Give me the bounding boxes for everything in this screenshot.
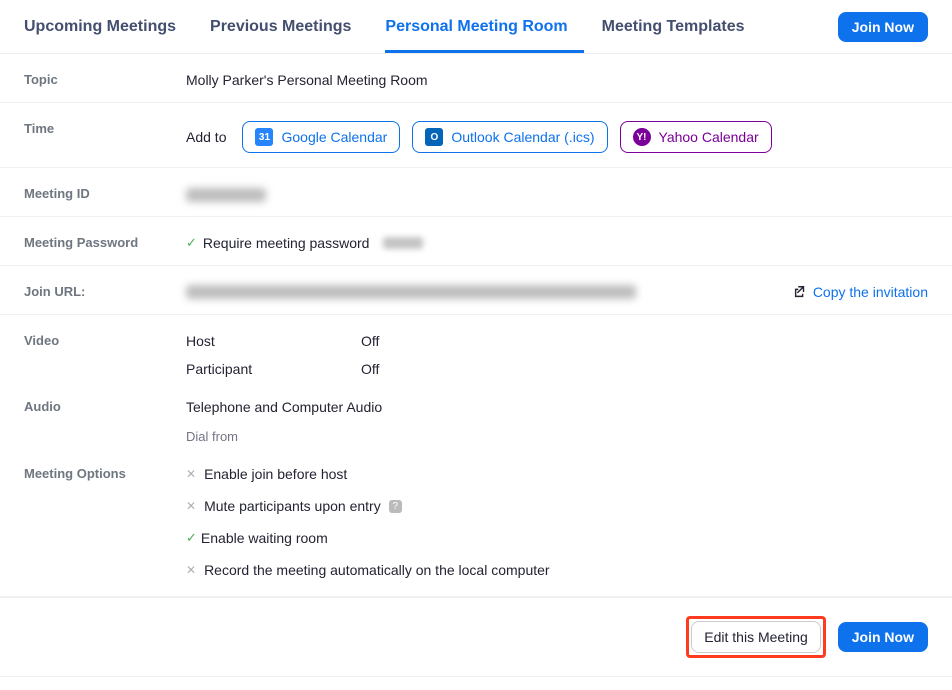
row-join-url: Join URL: Copy the invitation bbox=[0, 266, 952, 315]
video-participant-label: Participant bbox=[186, 361, 361, 377]
option-join-before-host-label: Enable join before host bbox=[204, 466, 347, 482]
label-audio: Audio bbox=[24, 395, 186, 414]
google-calendar-label: Google Calendar bbox=[281, 129, 387, 145]
option-record-label: Record the meeting automatically on the … bbox=[204, 562, 550, 578]
label-meeting-options: Meeting Options bbox=[24, 462, 186, 481]
yahoo-calendar-button[interactable]: Y! Yahoo Calendar bbox=[620, 121, 772, 153]
check-icon: ✓ bbox=[186, 235, 197, 251]
option-record-automatically: ✕ Record the meeting automatically on th… bbox=[186, 562, 928, 578]
footer-actions: Edit this Meeting Join Now bbox=[0, 597, 952, 677]
x-icon: ✕ bbox=[186, 467, 196, 481]
edit-button-highlight: Edit this Meeting bbox=[686, 616, 826, 658]
tab-personal-meeting-room[interactable]: Personal Meeting Room bbox=[385, 0, 583, 53]
label-time: Time bbox=[24, 117, 186, 136]
outlook-calendar-icon: O bbox=[425, 128, 443, 146]
tab-meeting-templates[interactable]: Meeting Templates bbox=[602, 0, 761, 53]
option-join-before-host: ✕ Enable join before host bbox=[186, 466, 928, 482]
tab-upcoming-meetings[interactable]: Upcoming Meetings bbox=[24, 0, 192, 53]
value-topic: Molly Parker's Personal Meeting Room bbox=[186, 68, 928, 88]
label-meeting-id: Meeting ID bbox=[24, 182, 186, 201]
edit-this-meeting-button[interactable]: Edit this Meeting bbox=[691, 621, 821, 653]
dial-from-label: Dial from bbox=[186, 429, 928, 444]
row-meeting-id: Meeting ID bbox=[0, 168, 952, 217]
tab-previous-meetings[interactable]: Previous Meetings bbox=[210, 0, 367, 53]
meeting-id-value-redacted bbox=[186, 188, 266, 202]
video-host-label: Host bbox=[186, 333, 361, 349]
join-now-button-top[interactable]: Join Now bbox=[838, 12, 928, 42]
join-url-value-redacted bbox=[186, 285, 636, 299]
label-topic: Topic bbox=[24, 68, 186, 87]
row-audio: Audio Telephone and Computer Audio Dial … bbox=[24, 395, 928, 444]
label-meeting-password: Meeting Password bbox=[24, 231, 186, 250]
outlook-calendar-label: Outlook Calendar (.ics) bbox=[451, 129, 594, 145]
option-mute-on-entry: ✕ Mute participants upon entry ? bbox=[186, 498, 928, 514]
password-value-redacted bbox=[383, 237, 423, 249]
row-video: Video Host Off Participant Off bbox=[24, 329, 928, 377]
option-mute-label: Mute participants upon entry bbox=[204, 498, 381, 514]
row-topic: Topic Molly Parker's Personal Meeting Ro… bbox=[0, 54, 952, 103]
row-time: Time Add to 31 Google Calendar O Outlook… bbox=[0, 103, 952, 168]
require-password-label: Require meeting password bbox=[203, 235, 370, 251]
add-to-label: Add to bbox=[186, 129, 226, 145]
row-meeting-password: Meeting Password ✓ Require meeting passw… bbox=[0, 217, 952, 266]
help-icon[interactable]: ? bbox=[389, 500, 402, 513]
video-host-value: Off bbox=[361, 333, 928, 349]
audio-value: Telephone and Computer Audio bbox=[186, 399, 928, 415]
tabs-bar: Upcoming Meetings Previous Meetings Pers… bbox=[0, 0, 952, 54]
label-join-url: Join URL: bbox=[24, 280, 186, 299]
join-now-button-bottom[interactable]: Join Now bbox=[838, 622, 928, 652]
row-meeting-options: Meeting Options ✕ Enable join before hos… bbox=[24, 462, 928, 578]
check-icon: ✓ bbox=[186, 530, 197, 546]
share-icon bbox=[793, 285, 807, 299]
option-waiting-room-label: Enable waiting room bbox=[201, 530, 328, 546]
x-icon: ✕ bbox=[186, 563, 196, 577]
option-waiting-room: ✓ Enable waiting room bbox=[186, 530, 928, 546]
google-calendar-button[interactable]: 31 Google Calendar bbox=[242, 121, 400, 153]
label-video: Video bbox=[24, 329, 186, 348]
copy-invitation-label: Copy the invitation bbox=[813, 284, 928, 300]
google-calendar-icon: 31 bbox=[255, 128, 273, 146]
outlook-calendar-button[interactable]: O Outlook Calendar (.ics) bbox=[412, 121, 607, 153]
copy-invitation-link[interactable]: Copy the invitation bbox=[793, 284, 928, 300]
yahoo-calendar-label: Yahoo Calendar bbox=[659, 129, 759, 145]
video-participant-value: Off bbox=[361, 361, 928, 377]
x-icon: ✕ bbox=[186, 499, 196, 513]
yahoo-calendar-icon: Y! bbox=[633, 128, 651, 146]
